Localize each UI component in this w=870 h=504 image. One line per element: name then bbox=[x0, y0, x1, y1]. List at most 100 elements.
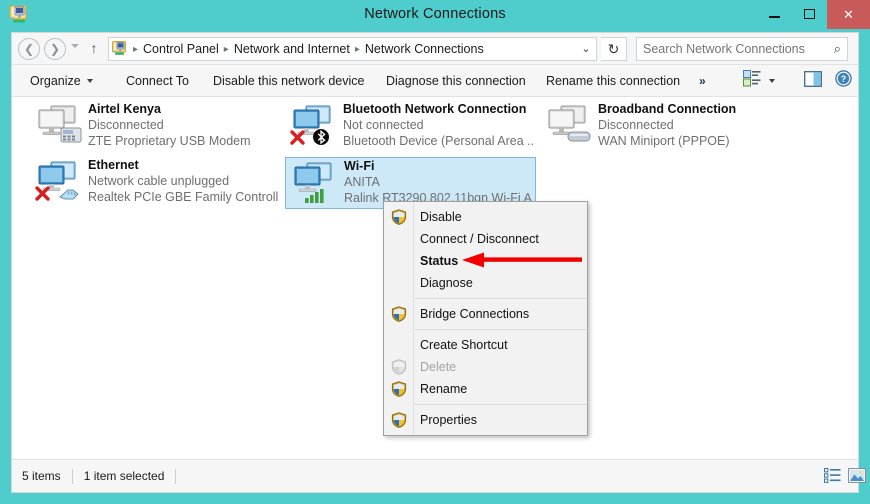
context-menu-label: Create Shortcut bbox=[420, 338, 508, 352]
search-input[interactable] bbox=[643, 42, 834, 56]
toolbar-diagnose-button[interactable]: Diagnose this connection bbox=[380, 65, 532, 96]
details-view-icon bbox=[824, 470, 841, 487]
shield-icon-disabled bbox=[391, 359, 407, 375]
toolbar-connect-to-button[interactable]: Connect To bbox=[120, 65, 195, 96]
context-menu-separator bbox=[415, 404, 587, 405]
context-menu-separator bbox=[415, 298, 587, 299]
up-arrow-icon: ↑ bbox=[91, 40, 98, 56]
change-view-icon bbox=[743, 70, 761, 92]
breadcrumb-separator-2[interactable]: ▸ bbox=[352, 44, 363, 55]
connection-device: ZTE Proprietary USB Modem bbox=[88, 133, 278, 149]
back-icon: ❮ bbox=[24, 43, 34, 55]
context-menu-label: Status bbox=[420, 254, 458, 268]
context-menu-label: Diagnose bbox=[420, 276, 473, 290]
change-view-button[interactable] bbox=[743, 71, 775, 91]
refresh-button[interactable]: ↻ bbox=[601, 37, 627, 61]
connection-name: Airtel Kenya bbox=[88, 101, 278, 117]
breadcrumb-item-network-connections[interactable]: Network Connections bbox=[363, 42, 486, 56]
context-menu-item-bridge-connections[interactable]: Bridge Connections bbox=[384, 303, 587, 325]
context-menu-item-diagnose[interactable]: Diagnose bbox=[384, 272, 587, 294]
breadcrumb-separator-1[interactable]: ▸ bbox=[221, 44, 232, 55]
title-bar: Network Connections ✕ bbox=[0, 0, 870, 32]
network-adapter-icon bbox=[290, 160, 342, 206]
connection-device: WAN Miniport (PPPOE) bbox=[598, 133, 788, 149]
status-divider bbox=[175, 469, 176, 484]
context-menu[interactable]: Disable Connect / Disconnect Status Diag… bbox=[383, 201, 588, 436]
connection-ssid: ANITA bbox=[344, 174, 534, 190]
connection-text-bluetooth: Bluetooth Network Connection Not connect… bbox=[343, 101, 533, 149]
connection-text-wifi: Wi-Fi ANITA Ralink RT3290 802.11bgn Wi-F… bbox=[344, 158, 534, 206]
connection-status: Disconnected bbox=[88, 117, 278, 133]
status-selection-count: 1 item selected bbox=[84, 469, 165, 483]
context-menu-item-create-shortcut[interactable]: Create Shortcut bbox=[384, 334, 587, 356]
connection-item-bluetooth-network-connection[interactable]: Bluetooth Network Connection Not connect… bbox=[285, 101, 536, 153]
close-button[interactable]: ✕ bbox=[827, 0, 870, 29]
context-menu-item-properties[interactable]: Properties bbox=[384, 409, 587, 431]
chevron-down-icon bbox=[87, 79, 93, 83]
context-menu-item-rename[interactable]: Rename bbox=[384, 378, 587, 400]
toolbar-rename-button[interactable]: Rename this connection bbox=[540, 65, 686, 96]
connection-text-ethernet: Ethernet Network cable unplugged Realtek… bbox=[88, 157, 278, 205]
connection-name: Wi-Fi bbox=[344, 158, 534, 174]
context-menu-item-delete: Delete bbox=[384, 356, 587, 378]
chevron-down-icon[interactable]: ⌄ bbox=[579, 42, 593, 56]
connection-name: Ethernet bbox=[88, 157, 278, 173]
breadcrumb[interactable]: ▸ Control Panel ▸ Network and Internet ▸… bbox=[108, 37, 597, 61]
close-icon: ✕ bbox=[843, 7, 854, 23]
connection-name: Bluetooth Network Connection bbox=[343, 101, 533, 117]
connection-device: Realtek PCIe GBE Family Controller bbox=[88, 189, 278, 205]
forward-button[interactable]: ❯ bbox=[44, 38, 66, 60]
context-menu-bottom-pad bbox=[384, 431, 587, 435]
preview-pane-icon bbox=[804, 71, 822, 92]
breadcrumb-item-network-and-internet[interactable]: Network and Internet bbox=[232, 42, 352, 56]
toolbar-overflow-button[interactable]: » bbox=[699, 65, 706, 96]
network-adapter-disabled-icon bbox=[544, 103, 596, 149]
context-menu-item-disable[interactable]: Disable bbox=[384, 206, 587, 228]
toolbar-diagnose-label: Diagnose this connection bbox=[386, 74, 526, 88]
minimize-icon bbox=[769, 16, 780, 18]
connection-status: Network cable unplugged bbox=[88, 173, 278, 189]
svg-text:?: ? bbox=[841, 74, 847, 84]
toolbar-organize-label: Organize bbox=[30, 74, 81, 88]
context-menu-label: Connect / Disconnect bbox=[420, 232, 539, 246]
preview-pane-button[interactable] bbox=[804, 71, 822, 91]
context-menu-label: Bridge Connections bbox=[420, 307, 529, 321]
toolbar-disable-device-button[interactable]: Disable this network device bbox=[207, 65, 370, 96]
context-menu-label: Properties bbox=[420, 413, 477, 427]
shield-icon bbox=[391, 381, 407, 397]
shield-icon bbox=[391, 412, 407, 428]
network-adapter-disabled-icon bbox=[34, 103, 86, 149]
context-menu-item-connect-disconnect[interactable]: Connect / Disconnect bbox=[384, 228, 587, 250]
large-icons-view-button[interactable] bbox=[848, 468, 866, 485]
chevron-down-icon[interactable] bbox=[769, 79, 775, 83]
help-button[interactable]: ? bbox=[835, 71, 852, 91]
breadcrumb-separator-0: ▸ bbox=[130, 44, 141, 55]
network-adapter-icon bbox=[34, 159, 86, 205]
toolbar-rename-label: Rename this connection bbox=[546, 74, 680, 88]
context-menu-label: Disable bbox=[420, 210, 462, 224]
breadcrumb-item-control-panel[interactable]: Control Panel bbox=[141, 42, 221, 56]
search-icon[interactable]: ⌕ bbox=[834, 41, 841, 57]
maximize-icon bbox=[804, 9, 815, 19]
connection-status: Not connected bbox=[343, 117, 533, 133]
details-view-button[interactable] bbox=[824, 468, 842, 485]
connection-text-broadband: Broadband Connection Disconnected WAN Mi… bbox=[598, 101, 788, 149]
status-bar: 5 items 1 item selected bbox=[12, 459, 858, 492]
up-button[interactable]: ↑ bbox=[86, 40, 102, 58]
minimize-button[interactable] bbox=[757, 0, 792, 28]
red-arrow-pointing-to-status bbox=[462, 252, 582, 268]
double-chevron-icon: » bbox=[699, 74, 706, 88]
command-toolbar: Organize Connect To Disable this network… bbox=[12, 65, 858, 97]
back-button[interactable]: ❮ bbox=[18, 38, 40, 60]
toolbar-organize-button[interactable]: Organize bbox=[24, 65, 99, 96]
context-menu-label: Rename bbox=[420, 382, 467, 396]
forward-icon: ❯ bbox=[50, 43, 60, 55]
maximize-button[interactable] bbox=[792, 0, 827, 28]
large-icons-view-icon bbox=[848, 470, 866, 487]
connection-item-ethernet[interactable]: Ethernet Network cable unplugged Realtek… bbox=[30, 157, 281, 209]
connection-item-airtel-kenya[interactable]: Airtel Kenya Disconnected ZTE Proprietar… bbox=[30, 101, 281, 153]
recent-locations-icon[interactable] bbox=[71, 44, 79, 48]
connection-item-broadband-connection[interactable]: Broadband Connection Disconnected WAN Mi… bbox=[540, 101, 791, 153]
network-adapter-icon bbox=[289, 103, 341, 149]
search-box[interactable]: ⌕ bbox=[636, 37, 848, 61]
